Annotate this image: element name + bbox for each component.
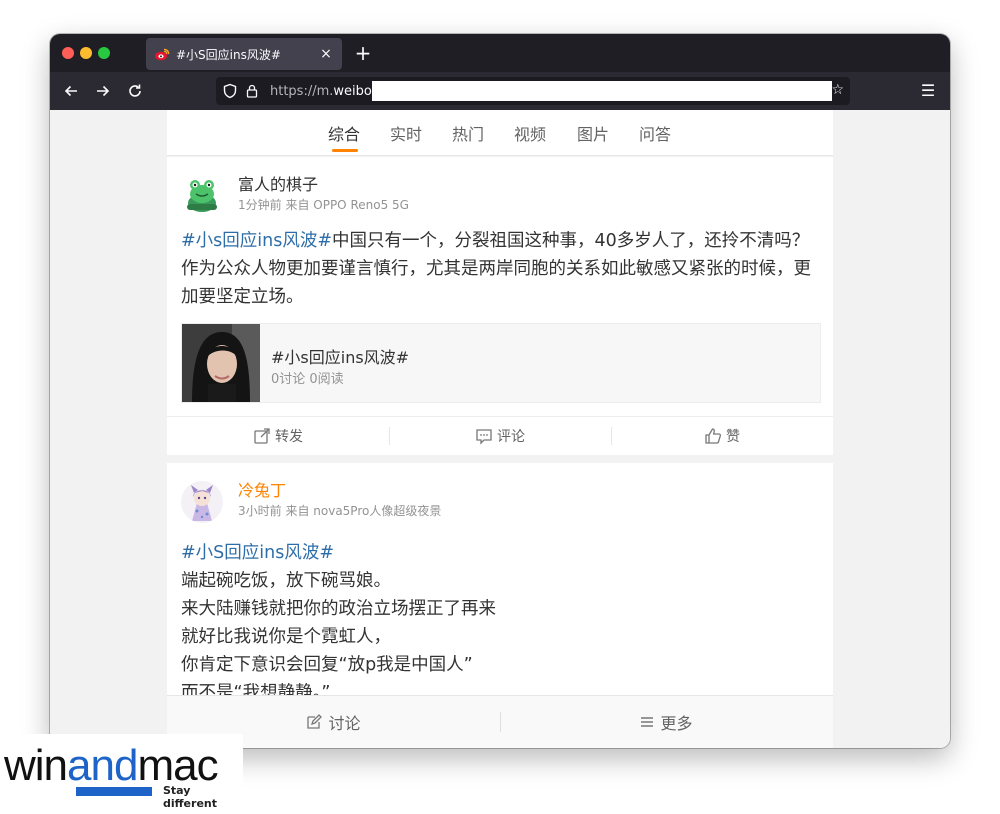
browser-tab[interactable]: #小S回应ins风波# × xyxy=(146,38,342,70)
tab-close-icon[interactable]: × xyxy=(318,46,334,62)
post-card: 富人的棋子 1分钟前 来自 OPPO Reno5 5G #小s回应ins风波#中… xyxy=(167,157,833,455)
avatar[interactable] xyxy=(181,481,223,523)
back-arrow-icon[interactable] xyxy=(60,80,82,102)
web-content: 综合 实时 热门 视频 图片 问答 富人的棋子 1分钟前 来自 OPPO Ren… xyxy=(50,110,950,748)
like-label: 赞 xyxy=(726,429,740,445)
more-button[interactable]: 更多 xyxy=(500,696,833,748)
lock-icon[interactable] xyxy=(244,83,260,99)
comment-button[interactable]: 评论 xyxy=(389,417,611,455)
logo-wordmark: winandmac xyxy=(4,741,219,790)
shield-icon[interactable] xyxy=(222,83,238,99)
post-meta: 3小时前 来自 nova5Pro人像超级夜景 xyxy=(238,504,442,518)
new-tab-button[interactable]: + xyxy=(352,40,374,66)
comment-label: 评论 xyxy=(497,429,525,445)
like-button[interactable]: 赞 xyxy=(611,417,833,455)
thumbs-up-icon xyxy=(704,427,722,445)
bottom-action-bar: 讨论 更多 xyxy=(167,695,833,748)
logo-underline xyxy=(76,787,152,796)
tab-hot[interactable]: 热门 xyxy=(452,121,484,145)
active-tab-indicator xyxy=(332,149,358,152)
minimize-window-button[interactable] xyxy=(80,47,92,59)
list-icon xyxy=(640,715,654,729)
tab-realtime[interactable]: 实时 xyxy=(390,121,422,145)
hashtag-link[interactable]: #小S回应ins风波# xyxy=(181,539,821,567)
zoom-window-button[interactable] xyxy=(98,47,110,59)
browser-window: #小S回应ins风波# × + https://m.weibo.cn ☆ ☰ 综… xyxy=(50,34,950,748)
post-line: 端起碗吃饭，放下碗骂娘。 xyxy=(181,571,391,591)
hamburger-menu-icon[interactable]: ☰ xyxy=(918,80,938,102)
logo-win: win xyxy=(4,741,68,790)
weibo-favicon xyxy=(154,46,170,62)
url-redaction xyxy=(372,81,832,101)
repost-icon xyxy=(253,427,271,445)
tab-images[interactable]: 图片 xyxy=(577,121,609,145)
url-prefix: https://m. xyxy=(270,83,334,99)
filter-tab-bar: 综合 实时 热门 视频 图片 问答 xyxy=(167,110,833,156)
topic-stats: 0讨论 0阅读 xyxy=(271,372,344,387)
post-text: #小s回应ins风波#中国只有一个，分裂祖国这种事，40多岁人了，还拎不清吗？作… xyxy=(181,227,821,311)
logo-mac: mac xyxy=(137,741,218,790)
forward-arrow-icon[interactable] xyxy=(92,80,114,102)
topic-attachment[interactable]: #小s回应ins风波# 0讨论 0阅读 xyxy=(181,323,821,403)
url-bar[interactable]: https://m.weibo.cn ☆ xyxy=(216,77,850,105)
post-line: 来大陆赚钱就把你的政治立场摆正了再来 xyxy=(181,599,496,619)
winandmac-logo: winandmac Stay different xyxy=(0,734,243,810)
edit-icon xyxy=(306,714,323,730)
discuss-label: 讨论 xyxy=(328,714,361,733)
bookmark-star-icon[interactable]: ☆ xyxy=(831,82,844,98)
repost-button[interactable]: 转发 xyxy=(167,417,389,455)
repost-label: 转发 xyxy=(275,429,303,445)
post-meta: 1分钟前 来自 OPPO Reno5 5G xyxy=(238,198,409,212)
username[interactable]: 富人的棋子 xyxy=(238,171,318,195)
avatar[interactable] xyxy=(181,173,223,215)
username[interactable]: 冷兔丁 xyxy=(238,477,286,501)
comment-icon xyxy=(475,427,493,445)
reload-icon[interactable] xyxy=(124,80,146,102)
hashtag-link[interactable]: #小s回应ins风波# xyxy=(181,231,332,251)
post-text: #小S回应ins风波# 端起碗吃饭，放下碗骂娘。 来大陆赚钱就把你的政治立场摆正… xyxy=(181,539,821,707)
tab-comprehensive[interactable]: 综合 xyxy=(328,121,360,145)
tab-qa[interactable]: 问答 xyxy=(639,121,671,145)
logo-tagline: Stay different xyxy=(163,784,217,810)
tab-video[interactable]: 视频 xyxy=(514,121,546,145)
more-label: 更多 xyxy=(660,714,693,733)
close-window-button[interactable] xyxy=(62,47,74,59)
tab-bar: #小S回应ins风波# × + xyxy=(50,34,950,72)
weibo-page: 综合 实时 热门 视频 图片 问答 富人的棋子 1分钟前 来自 OPPO Ren… xyxy=(167,110,833,748)
topic-thumbnail xyxy=(182,324,260,402)
topic-title: #小s回应ins风波# xyxy=(271,348,410,367)
post-action-bar: 转发 评论 赞 xyxy=(167,416,833,455)
tab-title: #小S回应ins风波# xyxy=(176,47,281,62)
navigation-toolbar: https://m.weibo.cn ☆ ☰ xyxy=(50,72,950,110)
logo-and: and xyxy=(67,741,138,790)
post-line: 就好比我说你是个霓虹人， xyxy=(181,627,391,647)
post-line: 你肯定下意识会回复“放p我是中国人” xyxy=(181,655,473,675)
